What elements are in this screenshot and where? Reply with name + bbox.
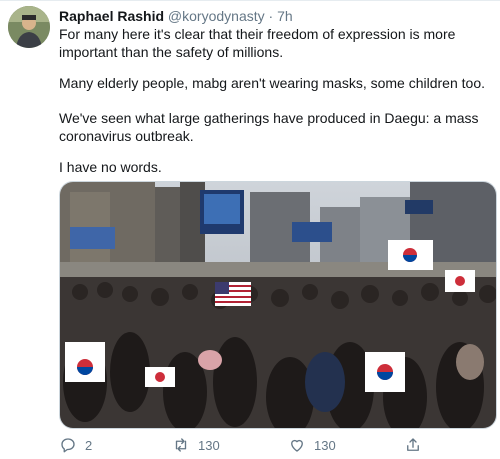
author-name[interactable]: Raphael Rashid [59, 8, 164, 24]
tweet-paragraph: We've seen what large gatherings have pr… [59, 110, 479, 144]
retweet-icon [175, 438, 187, 452]
retweet-button[interactable]: 130 [172, 435, 220, 455]
protest-crowd-photo [60, 182, 496, 428]
tweet-paragraph: Many elderly people, mabg aren't wearing… [59, 75, 485, 91]
tweet-paragraph: For many here it's clear that their free… [59, 26, 456, 60]
like-button[interactable]: 130 [288, 435, 336, 455]
reply-icon [61, 438, 75, 453]
tweet-actions: 2 130 130 [59, 435, 491, 455]
separator-dot: · [268, 8, 274, 24]
share-icon [407, 438, 419, 451]
share-button[interactable] [404, 435, 430, 455]
like-count: 130 [314, 437, 336, 453]
tweet-timestamp[interactable]: 7h [277, 8, 293, 24]
tweet-header: Raphael Rashid @koryodynasty · 7h [59, 7, 293, 25]
author-handle[interactable]: @koryodynasty [168, 8, 265, 24]
reply-count: 2 [85, 437, 93, 453]
tweet-photo[interactable] [59, 181, 497, 429]
avatar[interactable] [8, 6, 50, 48]
heart-icon [291, 439, 303, 452]
tweet-text: For many here it's clear that their free… [59, 25, 491, 175]
tweet-paragraph: I have no words. [59, 159, 162, 175]
reply-button[interactable]: 2 [59, 435, 92, 455]
tweet[interactable]: Raphael Rashid @koryodynasty · 7h For ma… [0, 0, 500, 459]
retweet-count: 130 [198, 437, 220, 453]
